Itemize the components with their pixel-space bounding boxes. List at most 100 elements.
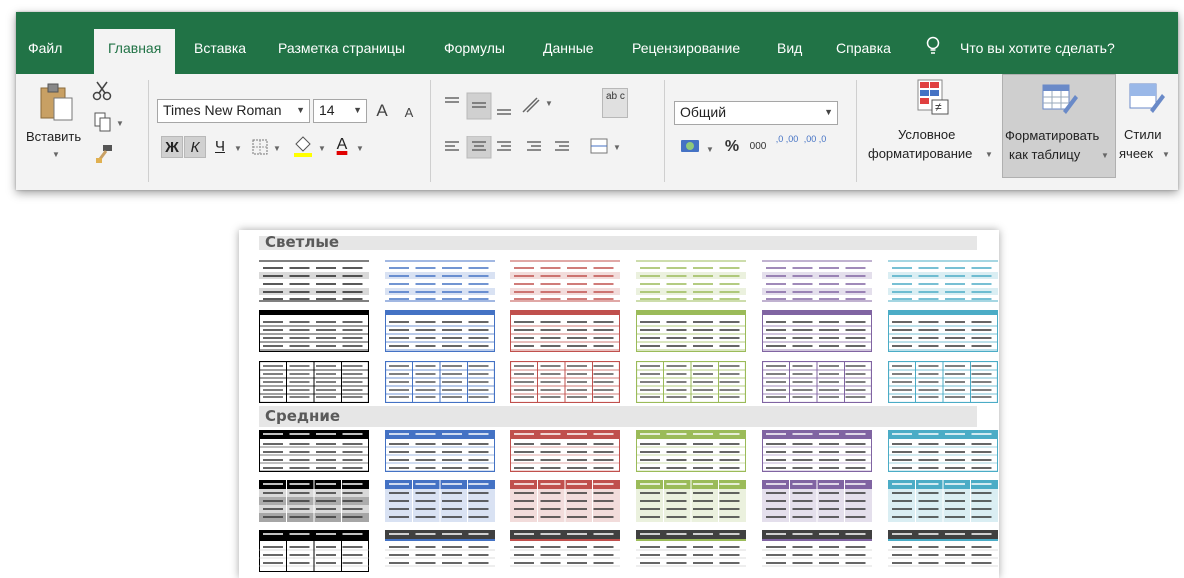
font-size-select[interactable]: 14 ▼ <box>313 99 367 123</box>
table-style-medium-header-green[interactable] <box>636 430 746 472</box>
number-format-select[interactable]: Общий ▼ <box>674 101 838 125</box>
excel-ribbon: Файл Главная Вставка Разметка страницы Ф… <box>16 12 1178 190</box>
number-format-value: Общий <box>680 104 727 120</box>
decrease-decimal-button[interactable]: ,00 ,0 <box>802 134 828 156</box>
cell-styles-icon[interactable] <box>1128 80 1166 118</box>
increase-decimal-button[interactable]: ,0 ,00 <box>774 134 800 156</box>
table-style-light-grid-blue[interactable] <box>385 361 495 403</box>
table-style-medium-banded-red[interactable] <box>510 480 620 522</box>
table-style-light-rows-aqua[interactable] <box>888 260 998 302</box>
paste-button-label[interactable]: Вставить <box>26 128 81 145</box>
copy-dropdown-icon[interactable]: ▼ <box>116 119 124 128</box>
conditional-formatting-dropdown-icon[interactable]: ▼ <box>985 150 993 159</box>
format-as-table-button[interactable]: Форматировать как таблицу ▼ <box>1002 74 1116 178</box>
table-style-medium-dark-header-aqua[interactable] <box>888 530 998 572</box>
table-style-light-header-aqua[interactable] <box>888 310 998 352</box>
vertical-align-icons[interactable]: ▼ <box>441 92 557 120</box>
font-size-value: 14 <box>319 102 335 118</box>
horizontal-align-icons[interactable]: ▼ <box>441 136 631 160</box>
tab-view[interactable]: Вид <box>777 40 802 56</box>
italic-button[interactable]: К <box>184 136 206 158</box>
table-style-medium-header-purple[interactable] <box>762 430 872 472</box>
table-style-medium-header-black[interactable] <box>259 430 369 472</box>
underline-button[interactable]: Ч <box>209 136 231 158</box>
cell-styles-dropdown-icon[interactable]: ▼ <box>1162 150 1170 159</box>
table-style-light-grid-green[interactable] <box>636 361 746 403</box>
font-color-dropdown-icon[interactable]: ▼ <box>356 144 364 153</box>
table-style-medium-banded-aqua[interactable] <box>888 480 998 522</box>
cell-styles-label-1[interactable]: Стили <box>1124 126 1161 143</box>
thousands-separator-button[interactable]: 000 <box>747 136 769 158</box>
table-style-medium-header-aqua[interactable] <box>888 430 998 472</box>
group-separator <box>856 80 857 182</box>
conditional-formatting-icon[interactable]: ≠ <box>916 78 952 118</box>
table-style-light-header-purple[interactable] <box>762 310 872 352</box>
table-style-light-header-blue[interactable] <box>385 310 495 352</box>
font-name-select[interactable]: Times New Roman ▼ <box>157 99 310 123</box>
grow-font-button[interactable]: A <box>371 100 393 122</box>
format-as-table-label-2: как таблицу <box>1009 147 1081 162</box>
wrap-text-button[interactable]: ab c <box>602 88 628 118</box>
bold-button[interactable]: Ж <box>161 136 183 158</box>
table-style-light-rows-green[interactable] <box>636 260 746 302</box>
table-style-medium-dark-header-green[interactable] <box>636 530 746 572</box>
cell-styles-label-2[interactable]: ячеек <box>1119 145 1153 162</box>
section-header-medium: Средние <box>259 406 977 427</box>
table-style-light-rows-black[interactable] <box>259 260 369 302</box>
percent-button[interactable]: % <box>721 136 743 158</box>
tab-home[interactable]: Главная <box>94 29 176 74</box>
ribbon-tab-bar: Файл Главная Вставка Разметка страницы Ф… <box>16 12 1178 74</box>
shrink-font-button[interactable]: A <box>398 102 420 124</box>
table-style-light-grid-purple[interactable] <box>762 361 872 403</box>
fill-color-dropdown-icon[interactable]: ▼ <box>318 144 326 153</box>
cut-icon[interactable] <box>92 80 112 102</box>
tell-me-search[interactable]: Что вы хотите сделать? <box>960 40 1115 56</box>
conditional-formatting-label-2[interactable]: форматирование <box>868 145 972 162</box>
tab-review[interactable]: Рецензирование <box>632 40 740 56</box>
table-style-light-grid-aqua[interactable] <box>888 361 998 403</box>
format-painter-icon[interactable] <box>94 144 114 164</box>
table-style-medium-banded-purple[interactable] <box>762 480 872 522</box>
table-style-light-grid-red[interactable] <box>510 361 620 403</box>
tab-page-layout[interactable]: Разметка страницы <box>278 40 405 56</box>
underline-dropdown-icon[interactable]: ▼ <box>234 144 242 153</box>
table-style-medium-dark-header-purple[interactable] <box>762 530 872 572</box>
accounting-format-icon[interactable] <box>680 136 702 158</box>
accounting-dropdown-icon[interactable]: ▼ <box>706 145 714 154</box>
tab-data[interactable]: Данные <box>543 40 594 56</box>
lightbulb-icon[interactable] <box>926 36 940 56</box>
table-style-light-rows-blue[interactable] <box>385 260 495 302</box>
table-style-medium-banded-green[interactable] <box>636 480 746 522</box>
tab-insert[interactable]: Вставка <box>194 40 246 56</box>
table-style-light-rows-purple[interactable] <box>762 260 872 302</box>
table-style-light-header-red[interactable] <box>510 310 620 352</box>
table-style-medium-banded-black[interactable] <box>259 480 369 522</box>
table-style-medium-header-blue[interactable] <box>385 430 495 472</box>
svg-text:▼: ▼ <box>613 143 621 152</box>
tab-help[interactable]: Справка <box>836 40 891 56</box>
table-style-light-rows-red[interactable] <box>510 260 620 302</box>
font-color-button[interactable]: A <box>331 134 353 156</box>
chevron-down-icon: ▼ <box>296 105 305 115</box>
table-style-light-header-green[interactable] <box>636 310 746 352</box>
conditional-formatting-label-1[interactable]: Условное <box>898 126 955 143</box>
paste-dropdown-icon[interactable]: ▼ <box>52 150 60 159</box>
borders-dropdown-icon[interactable]: ▼ <box>273 144 281 153</box>
ribbon-groups: Вставить ▼ ▼ Times New Roman ▼ 14 ▼ A A … <box>16 74 1178 190</box>
table-style-medium-dark-header-red[interactable] <box>510 530 620 572</box>
table-style-medium-dark-header-blue[interactable] <box>385 530 495 572</box>
tab-file[interactable]: Файл <box>28 40 62 56</box>
table-style-medium-dark-header-black[interactable] <box>259 530 369 572</box>
copy-icon[interactable] <box>94 112 112 132</box>
section-header-light: Светлые <box>259 236 977 250</box>
format-as-table-dropdown-icon: ▼ <box>1101 151 1109 160</box>
fill-color-icon[interactable] <box>292 134 314 158</box>
table-style-medium-banded-blue[interactable] <box>385 480 495 522</box>
table-style-light-header-black[interactable] <box>259 310 369 352</box>
tab-formulas[interactable]: Формулы <box>444 40 505 56</box>
table-style-medium-header-red[interactable] <box>510 430 620 472</box>
paste-icon[interactable] <box>38 82 76 122</box>
wrap-text-icon: ab c <box>606 91 625 102</box>
borders-icon[interactable] <box>252 139 268 155</box>
table-style-light-grid-black[interactable] <box>259 361 369 403</box>
